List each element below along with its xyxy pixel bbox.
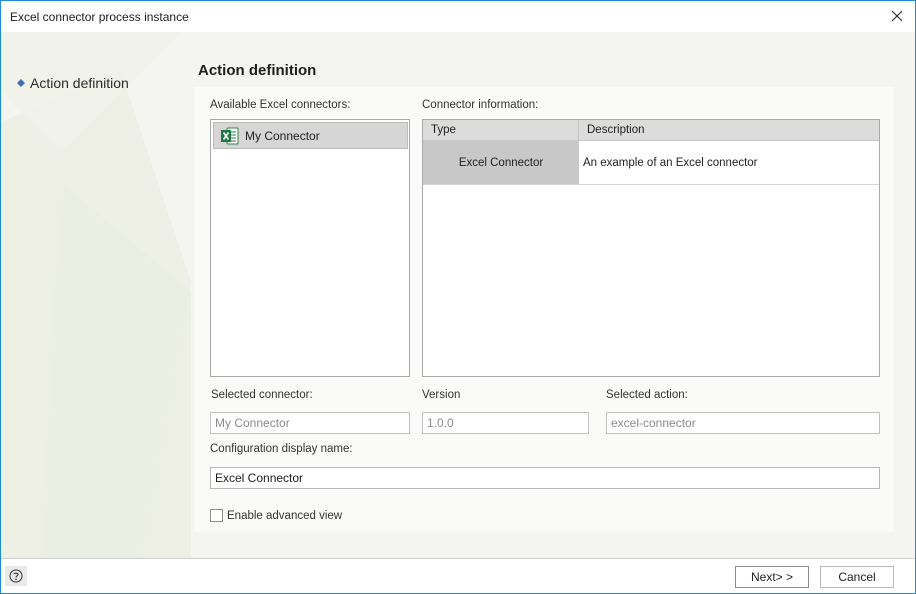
- next-button[interactable]: Next> >: [735, 566, 809, 588]
- table-row[interactable]: Excel Connector An example of an Excel c…: [423, 141, 879, 185]
- connector-information-label: Connector information:: [422, 99, 539, 111]
- table-header: Type Description: [423, 120, 879, 141]
- selected-connector-label: Selected connector:: [211, 389, 313, 401]
- nav-step-action-definition[interactable]: Action definition: [17, 74, 129, 92]
- display-name-input[interactable]: [210, 467, 880, 489]
- selected-connector-field[interactable]: [210, 412, 410, 434]
- advanced-view-checkbox[interactable]: [210, 509, 223, 522]
- display-name-label: Configuration display name:: [210, 443, 353, 455]
- dialog-footer: Next> > Cancel: [1, 558, 915, 593]
- dialog-window: Excel connector process instance Action …: [0, 0, 916, 594]
- connector-info-table: Type Description Excel Connector An exam…: [422, 119, 880, 377]
- selected-action-label: Selected action:: [606, 389, 688, 401]
- advanced-view-label: Enable advanced view: [227, 509, 343, 522]
- selected-action-field[interactable]: [606, 412, 880, 434]
- window-title: Excel connector process instance: [10, 10, 189, 24]
- title-bar: Excel connector process instance: [1, 1, 915, 32]
- column-header-description[interactable]: Description: [579, 120, 879, 140]
- excel-icon: [221, 127, 239, 144]
- close-icon: [891, 10, 903, 22]
- cancel-button[interactable]: Cancel: [820, 566, 894, 588]
- version-label: Version: [422, 389, 461, 401]
- available-connectors-label: Available Excel connectors:: [210, 99, 351, 111]
- step-bullet-icon: [17, 79, 25, 87]
- advanced-view-toggle[interactable]: Enable advanced view: [210, 508, 342, 523]
- nav-step-label: Action definition: [30, 75, 129, 91]
- help-button[interactable]: [5, 566, 27, 586]
- column-header-type[interactable]: Type: [423, 120, 579, 140]
- connectors-list[interactable]: My Connector: [210, 119, 410, 377]
- close-button[interactable]: [885, 4, 909, 28]
- connector-name: My Connector: [245, 128, 320, 143]
- cell-description: An example of an Excel connector: [583, 156, 758, 169]
- cell-type: Excel Connector: [423, 141, 579, 184]
- list-item[interactable]: My Connector: [213, 122, 408, 149]
- help-icon: [9, 569, 23, 583]
- version-field[interactable]: [422, 412, 589, 434]
- page-title: Action definition: [198, 62, 317, 79]
